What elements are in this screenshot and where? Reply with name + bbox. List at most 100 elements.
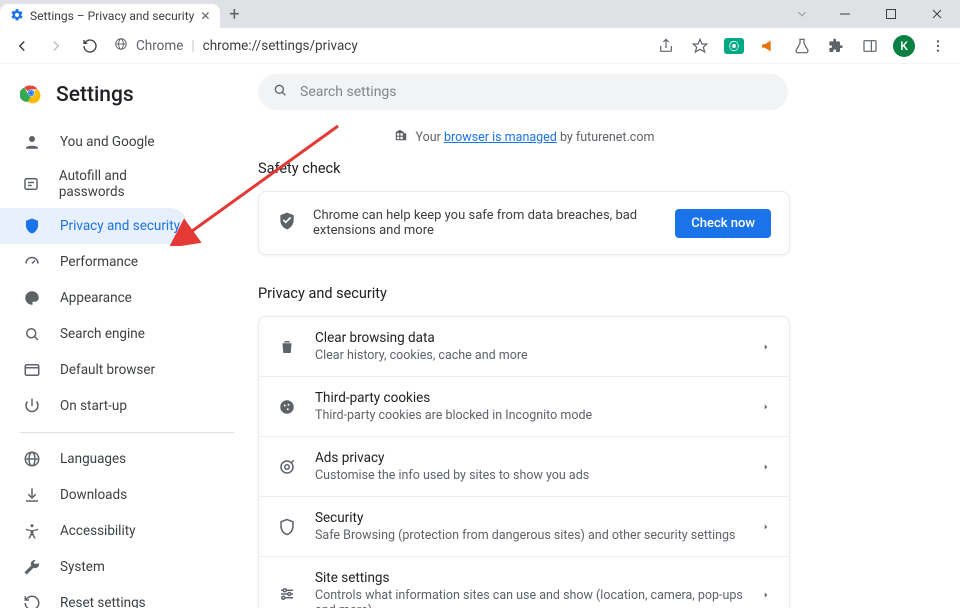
sidepanel-icon[interactable] <box>856 32 884 60</box>
window-minimize-button[interactable] <box>822 0 868 28</box>
sidebar-item-label: Autofill and passwords <box>59 168 188 200</box>
row-ads-privacy[interactable]: Ads privacy Customise the info used by si… <box>259 436 789 496</box>
sidebar-item-label: System <box>60 559 105 575</box>
sidebar-item-default-browser[interactable]: Default browser <box>0 352 188 388</box>
sidebar-item-performance[interactable]: Performance <box>0 244 188 280</box>
sidebar-item-appearance[interactable]: Appearance <box>0 280 188 316</box>
row-security[interactable]: SecuritySafe Browsing (protection from d… <box>259 496 789 556</box>
managed-link[interactable]: browser is managed <box>444 130 557 145</box>
chevron-right-icon <box>761 457 771 476</box>
safety-check-heading: Safety check <box>258 160 790 177</box>
settings-search-input[interactable] <box>300 84 774 100</box>
globe-icon <box>22 449 42 469</box>
settings-content: Your browser is managed by futurenet.com… <box>258 64 960 608</box>
sidebar-item-languages[interactable]: Languages <box>0 441 188 477</box>
chevron-right-icon <box>761 585 771 604</box>
row-title: Ads privacy <box>315 450 743 466</box>
settings-brand: Settings <box>0 76 258 124</box>
sidebar-item-label: You and Google <box>60 134 155 150</box>
window-close-button[interactable] <box>914 0 960 28</box>
row-subtitle: Customise the info used by sites to show… <box>315 468 743 483</box>
row-site-settings[interactable]: Site settings Controls what information s… <box>259 556 789 608</box>
sidebar-item-label: Appearance <box>60 290 132 306</box>
browser-tab[interactable]: Settings – Privacy and security ✕ <box>0 4 220 28</box>
sidebar-item-startup[interactable]: On start-up <box>0 388 188 424</box>
ads-icon <box>277 458 297 476</box>
sidebar-item-label: Search engine <box>60 326 145 342</box>
wrench-icon <box>22 557 42 577</box>
building-icon <box>394 128 408 146</box>
sidebar-item-autofill[interactable]: Autofill and passwords <box>0 160 188 208</box>
browser-toolbar: Chrome | chrome://settings/privacy ⦿ K <box>0 28 960 64</box>
kebab-menu-icon[interactable] <box>924 32 952 60</box>
shield-icon <box>22 216 42 236</box>
sidebar-item-system[interactable]: System <box>0 549 188 585</box>
sidebar-item-label: Languages <box>60 451 126 467</box>
sidebar-item-privacy[interactable]: Privacy and security <box>0 208 188 244</box>
sidebar-item-label: Privacy and security <box>60 218 180 234</box>
back-button[interactable] <box>8 32 36 60</box>
palette-icon <box>22 288 42 308</box>
announce-icon[interactable] <box>754 32 782 60</box>
chrome-logo-icon <box>20 82 42 108</box>
row-subtitle: Controls what information sites can use … <box>315 588 743 608</box>
browser-icon <box>22 360 42 380</box>
check-now-button[interactable]: Check now <box>675 209 771 238</box>
sidebar-divider <box>20 432 234 433</box>
accessibility-icon <box>22 521 42 541</box>
row-title: Site settings <box>315 570 743 586</box>
autofill-icon <box>22 174 41 194</box>
sidebar-item-label: Accessibility <box>60 523 136 539</box>
reset-icon <box>22 593 42 608</box>
sidebar-item-label: On start-up <box>60 398 127 414</box>
tab-title: Settings – Privacy and security <box>30 9 194 23</box>
tab-close-icon[interactable]: ✕ <box>200 9 210 23</box>
sidebar-item-you-and-google[interactable]: You and Google <box>0 124 188 160</box>
settings-sidebar: Settings You and Google Autofill and pas… <box>0 64 258 608</box>
address-bar[interactable]: Chrome | chrome://settings/privacy <box>114 37 358 55</box>
power-icon <box>22 396 42 416</box>
chevron-right-icon <box>761 337 771 356</box>
sidebar-item-label: Default browser <box>60 362 155 378</box>
managed-prefix: Your <box>416 130 444 145</box>
scheme-label: Chrome <box>136 38 183 54</box>
row-title: Clear browsing data <box>315 330 743 346</box>
reload-button[interactable] <box>76 32 104 60</box>
site-info-icon[interactable] <box>114 37 128 55</box>
extension-badge-icon[interactable]: ⦿ <box>720 32 748 60</box>
page-title: Settings <box>56 83 134 107</box>
tab-overflow-icon[interactable] <box>782 0 822 28</box>
row-third-party-cookies[interactable]: Third-party cookiesThird-party cookies a… <box>259 376 789 436</box>
privacy-card: Clear browsing data Clear history, cookie… <box>258 316 790 608</box>
sidebar-item-accessibility[interactable]: Accessibility <box>0 513 188 549</box>
labs-icon[interactable] <box>788 32 816 60</box>
row-subtitle: Third-party cookies are blocked in Incog… <box>315 408 743 423</box>
omnibox-separator: | <box>191 38 194 54</box>
managed-notice: Your browser is managed by futurenet.com <box>258 128 790 146</box>
forward-button[interactable] <box>42 32 70 60</box>
shield-check-icon <box>277 211 297 235</box>
sidebar-item-label: Reset settings <box>60 595 146 608</box>
share-icon[interactable] <box>652 32 680 60</box>
extensions-icon[interactable] <box>822 32 850 60</box>
sidebar-item-reset[interactable]: Reset settings <box>0 585 188 608</box>
search-icon <box>272 82 288 102</box>
trash-icon <box>277 338 297 356</box>
bookmark-icon[interactable] <box>686 32 714 60</box>
profile-avatar[interactable]: K <box>890 32 918 60</box>
privacy-heading: Privacy and security <box>258 285 790 302</box>
row-subtitle: Clear history, cookies, cache and more <box>315 348 743 363</box>
sidebar-item-search-engine[interactable]: Search engine <box>0 316 188 352</box>
sidebar-item-downloads[interactable]: Downloads <box>0 477 188 513</box>
speedometer-icon <box>22 252 42 272</box>
safety-check-card: Chrome can help keep you safe from data … <box>258 191 790 255</box>
row-clear-browsing-data[interactable]: Clear browsing data Clear history, cookie… <box>259 317 789 376</box>
search-icon <box>22 324 42 344</box>
cookie-icon <box>277 398 297 416</box>
managed-suffix: by futurenet.com <box>557 130 655 145</box>
sidebar-item-label: Performance <box>60 254 138 270</box>
settings-search[interactable] <box>258 74 788 110</box>
window-maximize-button[interactable] <box>868 0 914 28</box>
gear-icon <box>10 8 24 25</box>
new-tab-button[interactable]: + <box>220 0 248 28</box>
